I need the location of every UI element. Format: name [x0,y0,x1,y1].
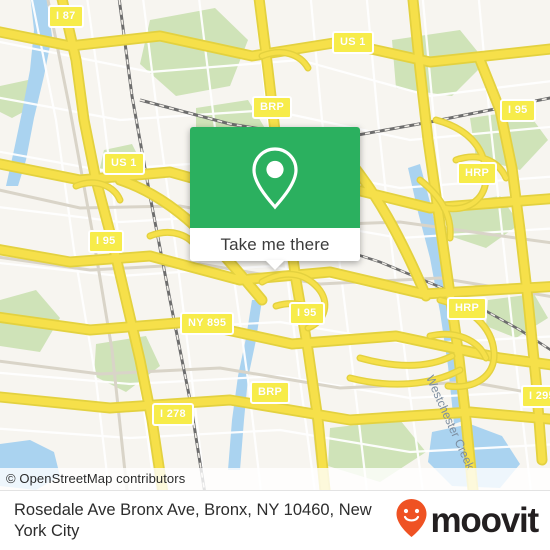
highway-shield: HRP [457,162,498,185]
highway-shield: I 95 [289,302,325,325]
highway-shield: NY 895 [180,312,235,335]
take-me-there-label: Take me there [220,234,330,254]
moovit-pin-icon [395,498,428,543]
highway-shield: US 1 [332,31,374,54]
screenshot-root: I 87 US 1 I 95 BRP US 1 HRP I 95 NY 895 I 95 HRP B… [0,0,550,550]
moovit-logo[interactable]: moovit [395,498,539,543]
location-popup-card[interactable]: Take me there [190,127,360,270]
highway-shield: BRP [250,381,291,404]
highway-shield: I 95 [88,230,124,253]
map-pin-icon [247,145,303,211]
highway-shield: I 295 [521,385,550,408]
highway-shield: HRP [447,297,488,320]
take-me-there-button[interactable]: Take me there [190,228,360,270]
location-title: Rosedale Ave Bronx Ave, Bronx, NY 10460,… [14,500,372,540]
moovit-wordmark: moovit [430,501,539,540]
map-attribution: © OpenStreetMap contributors [0,468,550,490]
footer-bar: Rosedale Ave Bronx Ave, Bronx, NY 10460,… [0,490,550,550]
popup-header [190,127,360,228]
highway-shield: US 1 [103,152,145,175]
highway-shield: I 87 [48,5,84,28]
highway-shield: BRP [252,96,293,119]
highway-shield: I 278 [152,403,194,426]
highway-shield: I 95 [500,99,536,122]
popup-pointer [265,260,285,270]
